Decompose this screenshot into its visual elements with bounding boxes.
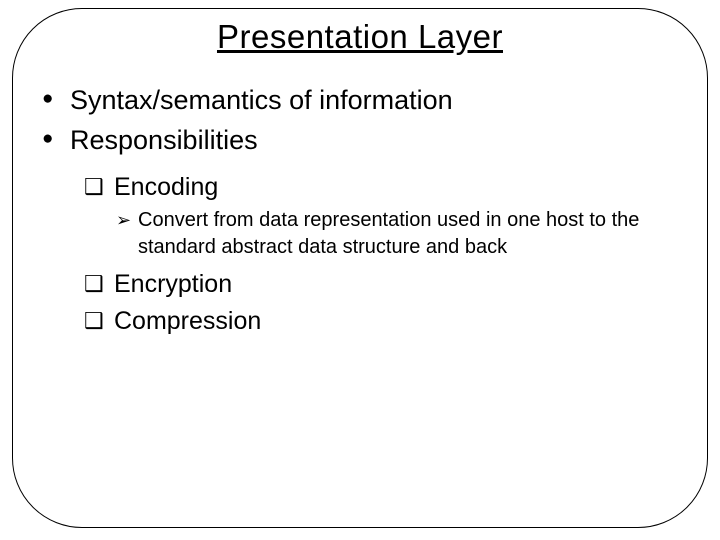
bullet-responsibilities: Responsibilities xyxy=(40,122,680,160)
bullet-syntax-semantics: Syntax/semantics of information xyxy=(40,82,680,120)
subitem-label: Encryption xyxy=(114,270,232,298)
encoding-details: ➢ Convert from data representation used … xyxy=(116,207,680,261)
arrow-bullet-icon: ➢ xyxy=(116,208,131,232)
square-bullet-icon: ❑ xyxy=(84,269,104,300)
responsibilities-subitems: ❑ Encoding ➢ Convert from data represent… xyxy=(84,170,680,339)
subitem-label: Compression xyxy=(114,307,261,335)
detail-text: Convert from data representation used in… xyxy=(138,209,639,258)
subitem-encoding: ❑ Encoding xyxy=(84,170,680,205)
square-bullet-icon: ❑ xyxy=(84,306,104,337)
detail-convert-representation: ➢ Convert from data representation used … xyxy=(116,207,680,261)
subitem-encryption: ❑ Encryption xyxy=(84,267,680,302)
slide-title: Presentation Layer xyxy=(0,18,720,56)
slide-content: Syntax/semantics of information Responsi… xyxy=(40,82,680,341)
slide: Presentation Layer Syntax/semantics of i… xyxy=(0,0,720,540)
subitem-label: Encoding xyxy=(114,173,218,201)
subitem-compression: ❑ Compression xyxy=(84,304,680,339)
square-bullet-icon: ❑ xyxy=(84,172,104,203)
